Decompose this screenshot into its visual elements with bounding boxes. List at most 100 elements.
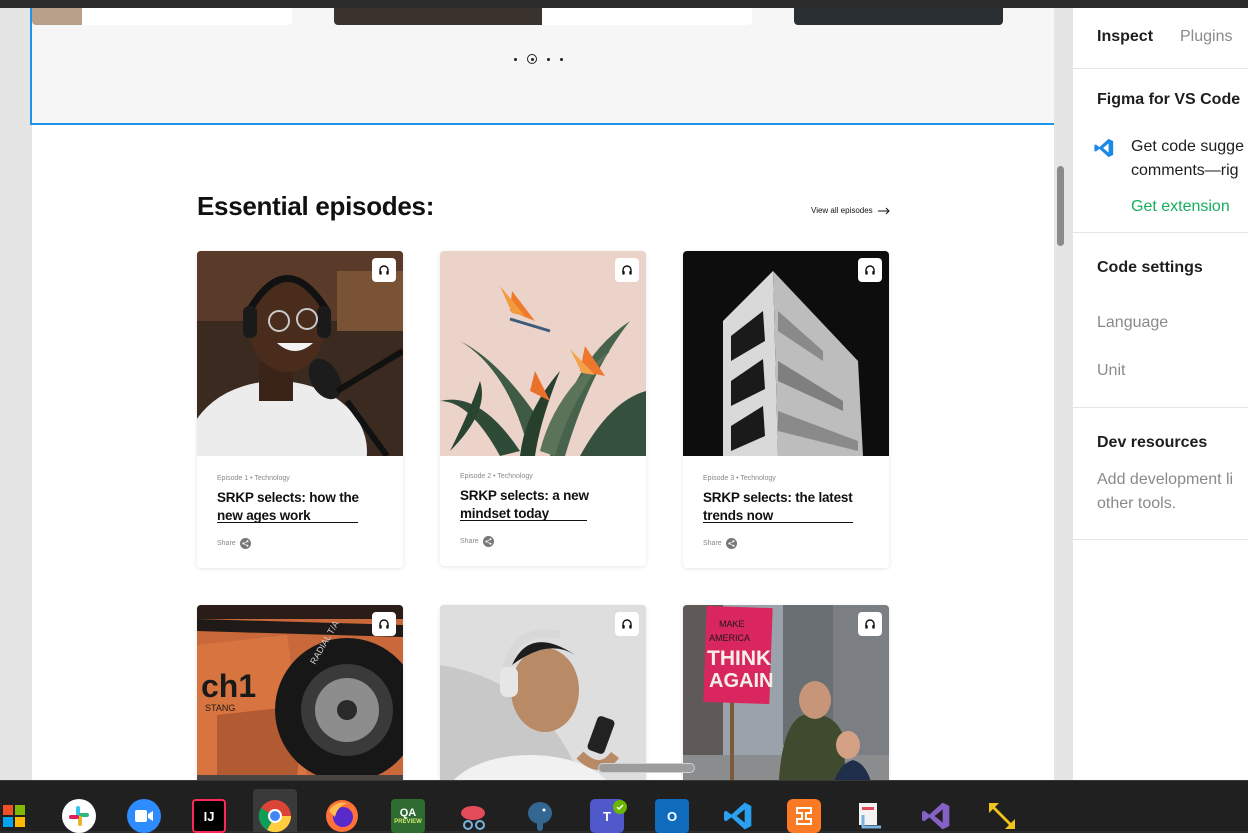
figma-vscode-section: Figma for VS Code Get code sugge comment… — [1073, 68, 1248, 232]
taskbar-firefox[interactable] — [320, 789, 364, 832]
taskbar-teams[interactable]: T — [585, 789, 629, 833]
firefox-icon — [325, 799, 359, 833]
design-canvas[interactable]: Essential episodes: View all episodes Ep… — [0, 8, 1072, 780]
dev-resources-section: Dev resources Add development li other t… — [1073, 407, 1248, 540]
episode-title[interactable]: SRKP selects: a new mindset today — [460, 487, 630, 523]
xampp-icon — [787, 799, 821, 833]
episode-meta: Episode 1 • Technology — [217, 475, 290, 482]
share-label: Share — [217, 540, 236, 547]
visual-studio-icon — [919, 799, 953, 833]
teams-icon: T — [590, 799, 627, 833]
carousel-dot[interactable] — [514, 57, 517, 61]
code-settings-section: Code settings Language Unit — [1073, 232, 1248, 407]
carousel-card-image — [334, 8, 542, 25]
section-heading: Code settings — [1097, 259, 1203, 276]
carousel-card[interactable] — [794, 8, 1003, 25]
carousel-card[interactable] — [334, 8, 752, 25]
poster-line-3: THINK — [707, 647, 771, 670]
arrow-right-icon — [877, 207, 890, 214]
inspect-panel: Inspect Plugins Figma for VS Code Get co… — [1072, 8, 1248, 780]
episode-meta: Episode 2 • Technology — [460, 473, 533, 480]
share-button[interactable]: Share — [703, 538, 737, 549]
hero-carousel-section — [32, 8, 1054, 124]
carousel-dot[interactable] — [547, 57, 550, 61]
snipping-tool-icon — [457, 799, 491, 833]
tab-plugins[interactable]: Plugins — [1180, 28, 1232, 46]
episode-card[interactable] — [440, 605, 646, 780]
poster-line-2: AMERICA — [709, 633, 750, 643]
headphones-icon[interactable] — [615, 612, 639, 636]
vertical-scrollbar-thumb[interactable] — [1057, 166, 1064, 246]
share-icon — [482, 536, 494, 547]
taskbar-intellij[interactable]: IJ — [187, 789, 231, 833]
carousel-card[interactable] — [32, 8, 292, 25]
taskbar-postgresql[interactable] — [518, 789, 562, 832]
taskbar-xampp[interactable] — [782, 789, 826, 833]
share-button[interactable]: Share — [460, 536, 494, 547]
vertical-scrollbar-track[interactable] — [1054, 8, 1072, 780]
taskbar-snipping-tool[interactable] — [452, 789, 496, 832]
episode-card[interactable]: Episode 3 • Technology SRKP selects: the… — [683, 251, 889, 568]
dev-resources-text-line1: Add development li — [1097, 471, 1234, 488]
episode-card[interactable]: Episode 1 • Technology SRKP selects: how… — [197, 251, 403, 568]
dev-resources-text-line2: other tools. — [1097, 495, 1177, 512]
episode-card[interactable]: ch1 STANG RADIAL T/A — [197, 605, 403, 780]
qa-preview-icon: QA PREVIEW — [391, 799, 425, 833]
episode-card[interactable]: MAKE AMERICA THINK AGAIN — [683, 605, 889, 780]
taskbar-vscode[interactable] — [716, 789, 760, 832]
figma-vscode-desc-line1: Get code sugge — [1131, 138, 1244, 155]
episode-title[interactable]: SRKP selects: how the new ages work — [217, 489, 387, 525]
video-camera-icon — [127, 799, 161, 833]
slack-icon — [62, 799, 96, 833]
view-all-label: View all episodes — [811, 206, 873, 215]
carousel-dot[interactable] — [560, 57, 563, 61]
car-badge-text: ch1 — [201, 668, 256, 704]
taskbar: IJ QA PREVIEW T O — [0, 780, 1248, 833]
headphones-icon[interactable] — [372, 258, 396, 282]
vscode-icon — [721, 799, 755, 833]
status-check-icon — [613, 800, 627, 814]
intellij-icon: IJ — [192, 799, 226, 833]
get-extension-link[interactable]: Get extension — [1131, 195, 1230, 219]
share-button[interactable]: Share — [217, 538, 251, 549]
title-underline — [703, 522, 853, 523]
taskbar-snip-sketch[interactable] — [848, 789, 892, 832]
windows-start-button[interactable] — [0, 789, 36, 832]
resize-arrows-icon — [985, 799, 1019, 833]
taskbar-chrome[interactable] — [253, 789, 297, 833]
headphones-icon[interactable] — [372, 612, 396, 636]
outlook-icon: O — [655, 799, 689, 833]
figma-vscode-desc-line2: comments—rig — [1131, 162, 1239, 179]
car-sub-text: STANG — [205, 703, 235, 713]
share-label: Share — [460, 538, 479, 545]
tab-inspect[interactable]: Inspect — [1097, 28, 1153, 46]
unit-setting[interactable]: Unit — [1097, 359, 1125, 383]
carousel-dot-active[interactable] — [527, 54, 537, 64]
elephant-icon — [523, 799, 557, 833]
chrome-icon — [258, 799, 292, 833]
headphones-icon[interactable] — [858, 612, 882, 636]
section-heading: Dev resources — [1097, 434, 1208, 451]
section-heading: Figma for VS Code — [1097, 91, 1241, 108]
language-setting[interactable]: Language — [1097, 311, 1168, 335]
carousel-card-image — [794, 8, 1003, 25]
taskbar-visual-studio[interactable] — [914, 789, 958, 832]
taskbar-qa-preview[interactable]: QA PREVIEW — [386, 789, 430, 833]
taskbar-slack[interactable] — [57, 789, 101, 833]
headphones-icon[interactable] — [858, 258, 882, 282]
title-underline — [460, 520, 587, 521]
headphones-icon[interactable] — [615, 258, 639, 282]
title-underline — [217, 522, 358, 523]
taskbar-outlook[interactable]: O — [650, 789, 694, 833]
taskbar-zoom[interactable] — [122, 789, 166, 833]
episode-meta: Episode 3 • Technology — [703, 475, 776, 482]
carousel-card-image — [32, 8, 82, 25]
poster-line-1: MAKE — [719, 619, 745, 629]
episode-card[interactable]: Episode 2 • Technology SRKP selects: a n… — [440, 251, 646, 566]
episode-title[interactable]: SRKP selects: the latest trends now — [703, 489, 873, 525]
horizontal-scrollbar-thumb[interactable] — [598, 763, 695, 773]
carousel-pagination — [514, 54, 563, 64]
taskbar-resize-tool[interactable] — [980, 789, 1024, 832]
view-all-episodes-link[interactable]: View all episodes — [811, 206, 890, 215]
windows-logo-icon — [0, 799, 31, 833]
